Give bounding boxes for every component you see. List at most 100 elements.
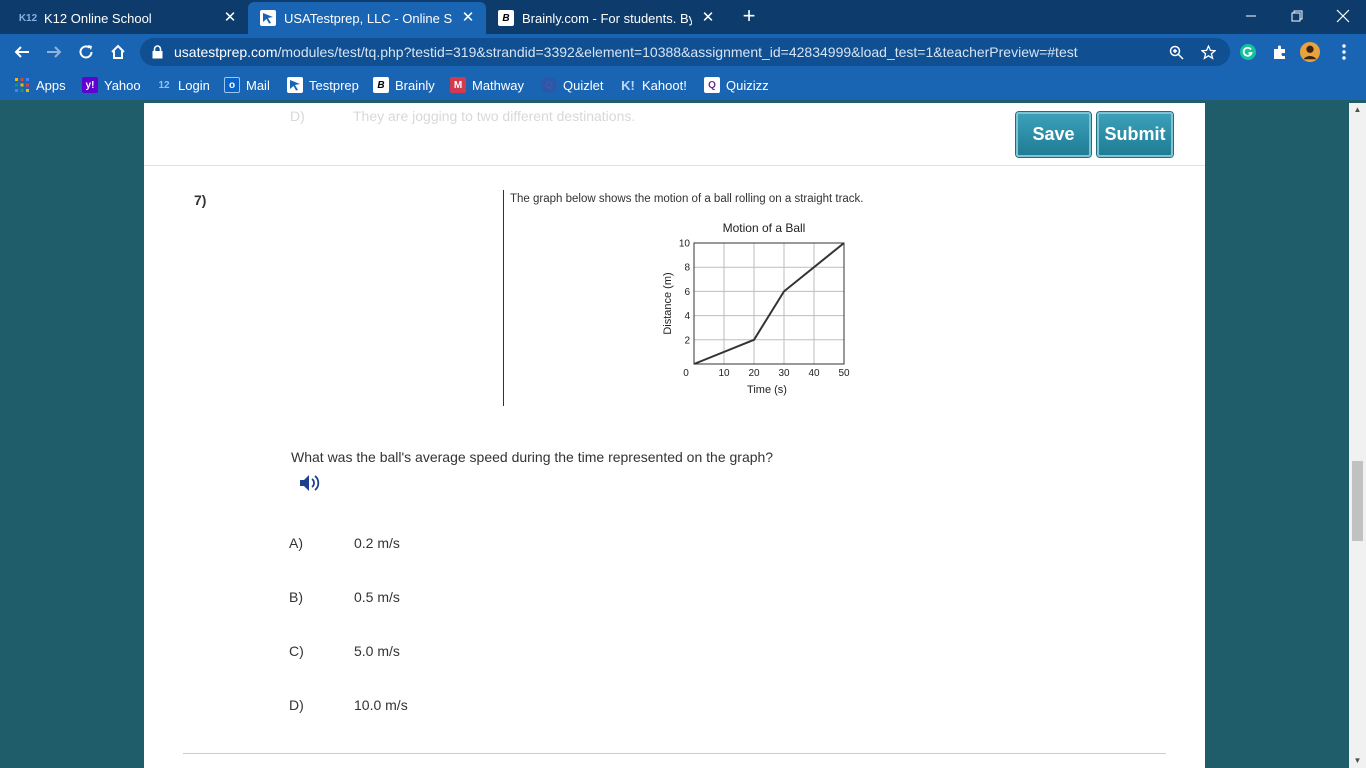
- scroll-up-icon[interactable]: ▲: [1349, 103, 1366, 117]
- bookmark-label: Mail: [246, 77, 270, 93]
- x-tick-label: 30: [778, 368, 790, 379]
- x-tick-label: 50: [838, 368, 850, 379]
- bookmark-brainly[interactable]: B Brainly: [373, 76, 435, 94]
- scroll-thumb[interactable]: [1352, 461, 1363, 541]
- x-tick-label: 20: [748, 368, 760, 379]
- y-tick-label: 4: [684, 311, 690, 322]
- reload-icon[interactable]: [72, 38, 100, 66]
- url-text: usatestprep.com/modules/test/tq.php?test…: [174, 44, 1078, 60]
- option-text: They are jogging to two different destin…: [353, 108, 636, 124]
- option-c-letter[interactable]: C): [289, 643, 304, 659]
- chart-title: Motion of a Ball: [723, 221, 806, 235]
- option-a-text[interactable]: 0.2 m/s: [354, 535, 400, 551]
- submit-button[interactable]: Submit: [1097, 112, 1173, 157]
- mathway-icon: M: [450, 77, 466, 93]
- close-icon[interactable]: ✕: [222, 10, 238, 26]
- usatestprep-icon: [260, 10, 276, 26]
- tab-brainly[interactable]: B Brainly.com - For students. By stu ✕: [486, 2, 726, 34]
- forward-icon[interactable]: [40, 38, 68, 66]
- tab-title: K12 Online School: [44, 10, 152, 26]
- tab-title: USATestprep, LLC - Online State-S: [284, 10, 452, 26]
- quizlet-icon: Q: [541, 77, 557, 93]
- stimulus-text: The graph below shows the motion of a ba…: [510, 193, 864, 205]
- motion-chart: 0 10 20 30 40 50 2 4 6 8 10 Motion of a Ball Time…: [662, 221, 850, 396]
- bookmark-label: Yahoo: [104, 77, 141, 93]
- divider: [183, 753, 1166, 754]
- extensions-puzzle-icon[interactable]: [1270, 42, 1290, 62]
- bookmark-label: Quizizz: [726, 77, 769, 93]
- browser-menu-icon[interactable]: [1334, 42, 1354, 62]
- bookmark-yahoo[interactable]: y! Yahoo: [82, 76, 141, 94]
- bookmark-quizizz[interactable]: Q Quizizz: [704, 76, 769, 94]
- speaker-icon[interactable]: [298, 472, 322, 494]
- stimulus-border: [503, 190, 504, 406]
- bookmark-testprep[interactable]: Testprep: [287, 76, 359, 94]
- distance-time-line: [693, 242, 845, 365]
- k12-login-icon: 12: [158, 79, 170, 91]
- option-letter: D): [290, 108, 305, 124]
- option-d-letter[interactable]: D): [289, 697, 304, 713]
- close-icon[interactable]: ✕: [700, 10, 716, 26]
- option-b-letter[interactable]: B): [289, 589, 303, 605]
- bookmark-login[interactable]: 12 Login: [156, 76, 209, 94]
- new-tab-button[interactable]: +: [738, 5, 760, 28]
- apps-grid-icon: [14, 77, 30, 93]
- tab-k12[interactable]: K12 K12 Online School ✕: [8, 2, 248, 34]
- bookmark-label: Apps: [36, 77, 66, 93]
- question-text: What was the ball's average speed during…: [291, 449, 774, 465]
- option-a-letter[interactable]: A): [289, 535, 303, 551]
- x-tick-label: 0: [683, 368, 689, 379]
- quizizz-icon: Q: [704, 77, 720, 93]
- option-d-text[interactable]: 10.0 m/s: [354, 697, 408, 713]
- home-icon[interactable]: [104, 38, 132, 66]
- y-tick-label: 6: [684, 287, 690, 298]
- y-tick-label: 2: [684, 335, 690, 346]
- page-scrollbar[interactable]: ▲ ▼: [1349, 103, 1366, 768]
- x-tick-label: 40: [808, 368, 820, 379]
- bookmarks-bar: Apps y! Yahoo 12 Login o Mail Testprep B…: [0, 70, 1366, 100]
- scroll-down-icon[interactable]: ▼: [1349, 754, 1366, 768]
- grammarly-icon[interactable]: [1238, 42, 1258, 62]
- window-close-icon[interactable]: [1320, 0, 1366, 32]
- bookmark-kahoot[interactable]: K! Kahoot!: [620, 76, 687, 94]
- profile-avatar[interactable]: [1300, 42, 1320, 62]
- address-bar[interactable]: usatestprep.com/modules/test/tq.php?test…: [140, 38, 1230, 66]
- option-c-text[interactable]: 5.0 m/s: [354, 643, 400, 659]
- bookmark-label: Brainly: [395, 77, 435, 93]
- usatestprep-icon: [287, 77, 303, 93]
- bookmark-star-icon[interactable]: [1198, 42, 1218, 62]
- bookmark-label: Quizlet: [563, 77, 604, 93]
- bookmark-label: Mathway: [472, 77, 525, 93]
- browser-toolbar: usatestprep.com/modules/test/tq.php?test…: [0, 34, 1366, 70]
- y-tick-label: 10: [679, 239, 691, 250]
- url-path: /modules/test/tq.php?testid=319&strandid…: [277, 44, 1078, 60]
- option-b-text[interactable]: 0.5 m/s: [354, 589, 400, 605]
- question-number: 7): [194, 192, 207, 208]
- bookmark-quizlet[interactable]: Q Quizlet: [541, 76, 603, 94]
- zoom-icon[interactable]: [1166, 42, 1186, 62]
- k12-icon: K12: [18, 12, 38, 24]
- x-tick-labels: 0 10 20 30 40 50: [683, 368, 850, 379]
- divider: [144, 165, 1205, 166]
- close-icon[interactable]: ✕: [460, 10, 476, 26]
- bookmark-label: Kahoot!: [642, 77, 687, 93]
- brainly-icon: B: [373, 77, 389, 93]
- minimize-icon[interactable]: [1228, 0, 1274, 32]
- lock-icon[interactable]: [152, 45, 163, 59]
- bookmark-apps[interactable]: Apps: [14, 76, 66, 94]
- restore-icon[interactable]: [1274, 0, 1320, 32]
- y-axis-label: Distance (m): [662, 272, 674, 334]
- kahoot-icon: K!: [621, 77, 635, 93]
- bookmark-label: Testprep: [309, 77, 359, 93]
- brainly-icon: B: [498, 10, 514, 26]
- tab-usatestprep[interactable]: USATestprep, LLC - Online State-S ✕: [248, 2, 486, 34]
- tab-strip: K12 K12 Online School ✕ USATestprep, LLC…: [0, 0, 1366, 34]
- yahoo-icon: y!: [82, 77, 98, 93]
- x-tick-label: 10: [718, 368, 730, 379]
- bookmark-mathway[interactable]: M Mathway: [450, 76, 524, 94]
- back-icon[interactable]: [8, 38, 36, 66]
- outlook-mail-icon: o: [224, 77, 240, 93]
- save-button[interactable]: Save: [1016, 112, 1091, 157]
- bookmark-mail[interactable]: o Mail: [224, 76, 270, 94]
- y-tick-labels: 2 4 6 8 10: [679, 239, 691, 347]
